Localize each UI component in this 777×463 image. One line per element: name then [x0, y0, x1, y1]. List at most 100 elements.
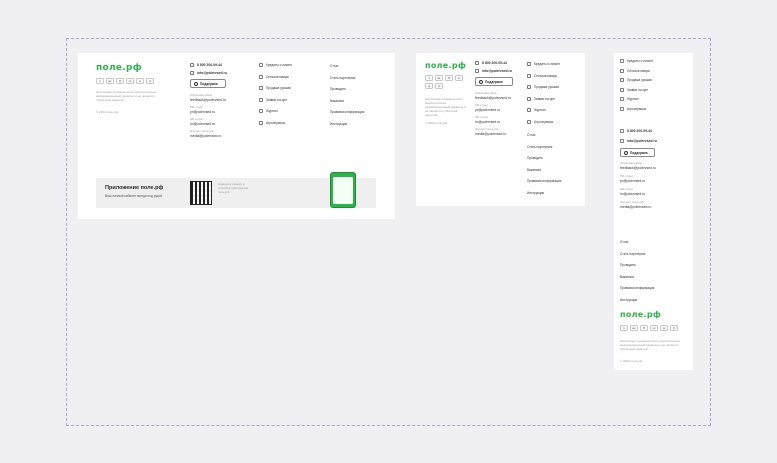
wallet-icon — [259, 63, 263, 67]
menu-item-prices[interactable]: Заявки на цен — [259, 97, 292, 102]
menu-item-journal[interactable]: Журнал — [259, 109, 292, 113]
menu-label: Заявки на цен — [266, 97, 287, 102]
link-promo[interactable]: Проводить — [620, 263, 654, 267]
menu-item-agroservices[interactable]: Агросервисы — [259, 120, 292, 125]
contact-email[interactable]: pr@polervsed.ru — [190, 110, 252, 114]
menu-item-credits[interactable]: Кредиты и лизинг — [620, 59, 653, 63]
contact-label: Журнал поля.рф — [620, 200, 644, 204]
contact-email[interactable]: media@polervsed.ru — [475, 132, 525, 136]
menu-item-agroservices[interactable]: Агросервисы — [620, 106, 653, 111]
contact-email[interactable]: feedback@polervsed.ru — [475, 96, 525, 100]
vc-icon[interactable]: vc — [455, 75, 463, 81]
link-instructions[interactable]: Инструкции — [330, 122, 364, 126]
phone-link[interactable]: 8 800 200-09-44 — [190, 63, 252, 67]
contact-email[interactable]: pr@polervsed.ru — [620, 179, 688, 183]
logo[interactable]: поле.рф — [620, 310, 661, 319]
menu-item-prices[interactable]: Заявки на цен — [527, 96, 560, 101]
menu-item-credits[interactable]: Кредиты и лизинг — [259, 63, 292, 67]
social-links: тг вк ✉ vc ● ◎ — [96, 78, 154, 84]
support-button[interactable]: Поддержка — [190, 79, 226, 88]
contact-email[interactable]: media@polervsed.ru — [620, 205, 688, 209]
email-link[interactable]: info@polervsed.ru — [620, 139, 688, 143]
link-about[interactable]: О нас — [620, 240, 654, 244]
contact-email[interactable]: feedback@polervsed.ru — [620, 166, 688, 170]
vc-icon[interactable]: vc — [126, 78, 134, 84]
app-banner[interactable]: Приложение поле.рф Ваш личный кабинет вс… — [96, 172, 376, 208]
email-link[interactable]: info@polervsed.ru — [475, 69, 525, 73]
link-vacancies[interactable]: Вакансии — [330, 99, 364, 103]
link-partner[interactable]: Стать партнером — [620, 252, 654, 256]
menu-label: Продажа урожая — [266, 86, 291, 90]
contact-label: PR-отдел — [475, 103, 489, 107]
link-about[interactable]: О нас — [527, 133, 561, 137]
dzen-icon[interactable]: ◎ — [670, 325, 678, 331]
menu-item-goods[interactable]: Сельхозтовары — [259, 74, 292, 79]
social-links: тг вк ✉ vc ● ◎ — [620, 325, 678, 331]
link-promo[interactable]: Проводить — [527, 156, 561, 160]
link-vacancies[interactable]: Вакансии — [527, 168, 561, 172]
menu-label: Сельхозтовары — [266, 74, 289, 79]
link-promo[interactable]: Проводить — [330, 87, 364, 91]
link-partner[interactable]: Стать партнером — [330, 76, 364, 80]
contact-email[interactable]: media@polervsed.ru — [190, 134, 252, 138]
menu-item-goods[interactable]: Сельхозтовары — [620, 68, 653, 73]
telegram-icon[interactable]: тг — [96, 78, 104, 84]
logo[interactable]: поле.рф — [425, 61, 466, 70]
menu-item-harvest[interactable]: Продажа урожая — [527, 85, 560, 89]
menu-item-journal[interactable]: Журнал — [527, 108, 560, 112]
logo[interactable]: поле.рф — [96, 63, 142, 73]
chat-icon — [479, 79, 483, 84]
mail-icon[interactable]: ✉ — [445, 75, 453, 81]
dzen-icon[interactable]: ◎ — [435, 83, 443, 89]
menu-item-agroservices[interactable]: Агросервисы — [527, 119, 560, 124]
menu-item-credits[interactable]: Кредиты и лизинг — [527, 62, 560, 66]
menu-item-journal[interactable]: Журнал — [620, 97, 653, 101]
link-legal[interactable]: Правовая информация — [620, 286, 654, 290]
link-about[interactable]: О нас — [330, 64, 364, 68]
contact-email[interactable]: hr@polervsed.ru — [190, 122, 252, 126]
ok-icon[interactable]: ● — [136, 78, 144, 84]
qr-code[interactable] — [190, 181, 212, 205]
menu-item-goods[interactable]: Сельхозтовары — [527, 73, 560, 78]
menu-item-harvest[interactable]: Продажа урожая — [620, 78, 653, 82]
support-button[interactable]: Поддержка — [475, 77, 513, 86]
link-vacancies[interactable]: Вакансии — [620, 275, 654, 279]
wheat-icon — [259, 86, 263, 90]
phone-link[interactable]: 8 800 200-09-44 — [475, 61, 525, 65]
telegram-icon[interactable]: тг — [620, 325, 628, 331]
tagline: Настоящая страница носит исключительно и… — [425, 97, 466, 117]
wallet-icon — [527, 62, 531, 66]
copyright: © 2024 поле.рф — [425, 121, 448, 125]
menu-item-harvest[interactable]: Продажа урожая — [259, 86, 292, 90]
vk-icon[interactable]: вк — [435, 75, 443, 81]
contact-email[interactable]: hr@polervsed.ru — [620, 192, 688, 196]
link-instructions[interactable]: Инструкции — [620, 298, 654, 302]
phone-icon — [190, 63, 194, 67]
contact-email[interactable]: hr@polervsed.ru — [475, 120, 525, 124]
support-button[interactable]: Поддержка — [620, 148, 655, 157]
link-legal[interactable]: Правовая информация — [330, 110, 364, 114]
mail-icon[interactable]: ✉ — [640, 325, 648, 331]
mail-icon — [190, 71, 194, 75]
book-icon — [620, 97, 624, 101]
telegram-icon[interactable]: тг — [425, 75, 433, 81]
vc-icon[interactable]: vc — [650, 325, 658, 331]
mail-icon[interactable]: ✉ — [116, 78, 124, 84]
contact-email[interactable]: feedback@polervsed.ru — [190, 98, 252, 102]
link-legal[interactable]: Правовая информация — [527, 179, 561, 183]
link-instructions[interactable]: Инструкции — [527, 191, 561, 195]
dzen-icon[interactable]: ◎ — [146, 78, 154, 84]
menu-item-prices[interactable]: Заявки на цен — [620, 87, 653, 92]
vk-icon[interactable]: вк — [630, 325, 638, 331]
menu-label: Кредиты и лизинг — [266, 63, 293, 67]
footer-desktop: поле.рф тг вк ✉ vc ● ◎ Настоящая страниц… — [78, 53, 395, 219]
ok-icon[interactable]: ● — [425, 83, 433, 89]
ok-icon[interactable]: ● — [660, 325, 668, 331]
email-link[interactable]: info@polervsed.ru — [190, 71, 252, 75]
contact-label: HR-отдел — [475, 115, 489, 119]
vk-icon[interactable]: вк — [106, 78, 114, 84]
phone-link[interactable]: 8 800 200-09-44 — [620, 129, 688, 133]
contact-email[interactable]: pr@polervsed.ru — [475, 108, 525, 112]
link-partner[interactable]: Стать партнером — [527, 145, 561, 149]
phone-icon — [620, 129, 624, 133]
